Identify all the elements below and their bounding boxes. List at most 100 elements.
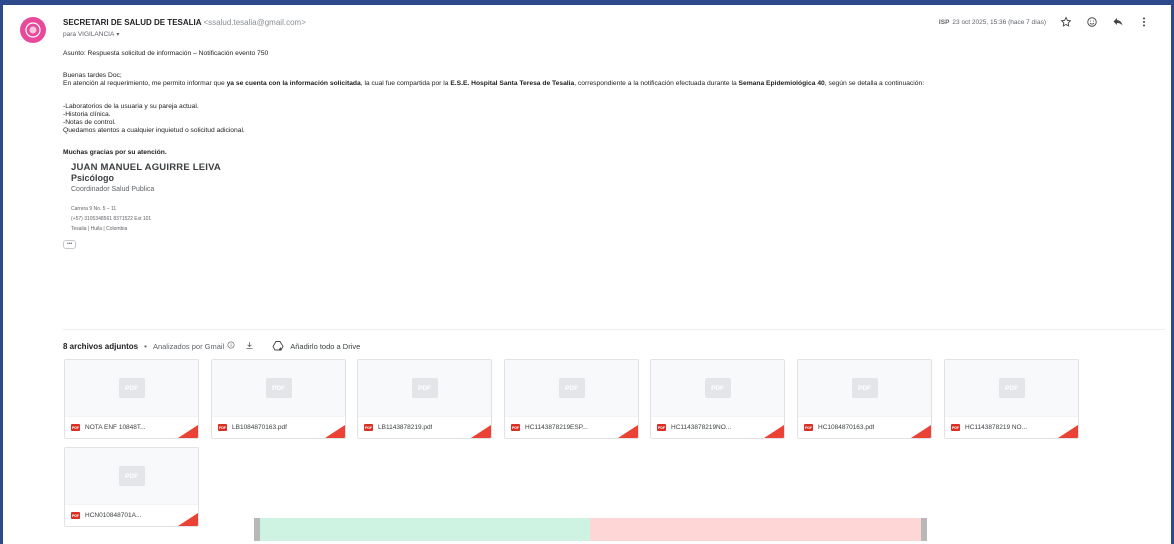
overlay-panel-green (260, 518, 590, 541)
bold-run: ya se cuenta con la información solicita… (226, 80, 361, 88)
attachments-header: 8 archivos adjuntos • Analizados por Gma… (63, 340, 360, 352)
folded-corner (325, 425, 345, 438)
pdf-placeholder-icon: PDF (118, 378, 145, 398)
attachment-card[interactable]: PDF PDF HC1143878219NO... (650, 359, 785, 439)
attachments-count: 8 archivos adjuntos (63, 341, 139, 351)
list-item: -Notas de control. (63, 119, 116, 127)
attachment-card[interactable]: PDF PDF LB1143878219.pdf (357, 359, 492, 439)
scan-label: Analizados por Gmail (152, 341, 225, 351)
attachment-thumbnail: PDF (212, 360, 345, 416)
attachment-card[interactable]: PDF PDF NOTA ENF 10848T... (64, 359, 199, 439)
pdf-file-icon: PDF (364, 424, 373, 431)
text-run: , según se detalla a continuación: (824, 80, 925, 88)
star-icon[interactable] (1060, 16, 1072, 28)
attachment-thumbnail: PDF (651, 360, 784, 416)
attachment-card[interactable]: PDF PDF HCN010848701A... (64, 447, 199, 527)
bold-run: Semana Epidemiológica 40 (738, 80, 825, 88)
list-item: -Laboratorios de la usuaria y su pareja … (63, 102, 199, 110)
sender-line: SECRETARI DE SALUD DE TESALIA <ssalud.te… (63, 18, 306, 27)
subject-line: Asunto: Respuesta solicitud de informaci… (63, 50, 269, 57)
recipient-label: para VIGILANCIA (63, 31, 115, 38)
attachment-thumbnail: PDF (65, 360, 198, 416)
signature-role: Psicólogo (71, 172, 115, 183)
bold-run: E.S.E. Hospital Santa Teresa de Tesalia (450, 80, 575, 88)
pdf-placeholder-icon: PDF (411, 378, 438, 398)
main-paragraph: En atención al requerimiento, me permito… (63, 80, 1163, 88)
pdf-placeholder-icon: PDF (704, 378, 731, 398)
label-tag[interactable]: ISP (939, 19, 949, 26)
pdf-file-icon: PDF (657, 424, 666, 431)
list-item: -Historia clínica. (63, 110, 111, 118)
attachment-filename: HCN010848701A... (85, 512, 142, 519)
folded-corner (178, 425, 198, 438)
folded-corner (471, 425, 491, 438)
attachment-filename: HC1143878219 NO... (965, 424, 1028, 431)
text-run: , correspondiente a la notificación efec… (574, 80, 739, 88)
signature-phone: (+57) 3105348561 8371522 Ext 101 (71, 216, 152, 223)
pdf-file-icon: PDF (804, 424, 813, 431)
emoji-icon[interactable] (1086, 16, 1098, 28)
sender-address: <ssalud.tesalia@gmail.com> (203, 18, 306, 27)
attachment-filename: LB1084870163.pdf (232, 424, 287, 431)
drive-label: Añadirlo todo a Drive (290, 341, 361, 351)
thanks-text: Muchas gracias por su atención. (63, 149, 167, 157)
folded-corner (1058, 425, 1078, 438)
attachment-filename: LB1143878219.pdf (378, 424, 433, 431)
closing-line: Quedamos atentos a cualquier inquietud o… (63, 127, 245, 135)
attachment-filename: HC1143878219ESP... (525, 424, 588, 431)
signature-name: JUAN MANUEL AGUIRRE LEIVA (71, 161, 221, 173)
folded-corner (764, 425, 784, 438)
divider (63, 329, 1165, 330)
attachment-card[interactable]: PDF PDF HC1143878219 NO... (944, 359, 1079, 439)
folded-corner (178, 513, 198, 526)
download-all-icon[interactable] (245, 341, 254, 352)
message-date: ISP 23 oct 2025, 15:36 (hace 7 días) (939, 19, 1046, 26)
sender-name[interactable]: SECRETARI DE SALUD DE TESALIA (63, 18, 201, 27)
pdf-placeholder-icon: PDF (998, 378, 1025, 398)
message-body: Asunto: Respuesta solicitud de informaci… (63, 50, 1163, 250)
attachment-thumbnail: PDF (798, 360, 931, 416)
pdf-file-icon: PDF (71, 424, 80, 431)
folded-corner (618, 425, 638, 438)
sender-avatar[interactable] (20, 17, 46, 43)
thanks-line: Muchas gracias por su atención. (63, 149, 1163, 157)
more-vert-icon[interactable] (1138, 16, 1150, 28)
text-run: En atención al requerimiento, me permito… (63, 80, 227, 88)
attachment-thumbnail: PDF (945, 360, 1078, 416)
drive-add-icon (272, 341, 284, 351)
signature-location: Tesalia | Huila | Colombia (71, 226, 128, 233)
attachment-filename: HC1084870163.pdf (818, 424, 875, 431)
pdf-file-icon: PDF (71, 512, 80, 519)
signature-address: Carrera 9 No. 5 – 11 (71, 206, 117, 213)
info-icon[interactable] (227, 341, 235, 351)
pdf-file-icon: PDF (951, 424, 960, 431)
recipient-line[interactable]: para VIGILANCIA ▾ (63, 31, 119, 38)
folded-corner (911, 425, 931, 438)
seal-icon (25, 22, 41, 38)
reply-icon[interactable] (1112, 16, 1124, 28)
signature: JUAN MANUEL AGUIRRE LEIVA Psicólogo Coor… (71, 161, 1163, 235)
chevron-down-icon[interactable]: ▾ (116, 32, 119, 38)
separator: • (144, 341, 147, 351)
attachment-thumbnail: PDF (65, 448, 198, 504)
date-text: 23 oct 2025, 15:36 (hace 7 días) (952, 18, 1046, 26)
text-run: , la cual fue compartida por la (360, 80, 451, 88)
greeting: Buenas tardes Doc; (63, 72, 122, 80)
show-trimmed-button[interactable]: ••• (63, 240, 77, 250)
pdf-placeholder-icon: PDF (118, 466, 145, 486)
attachment-card[interactable]: PDF PDF HC1143878219ESP... (504, 359, 639, 439)
overlay-panel-red (590, 518, 921, 541)
add-all-to-drive-button[interactable]: Añadirlo todo a Drive (272, 340, 360, 352)
attachment-filename: NOTA ENF 10848T... (85, 424, 146, 431)
attachment-filename: HC1143878219NO... (671, 424, 732, 431)
pdf-placeholder-icon: PDF (558, 378, 585, 398)
pdf-placeholder-icon: PDF (851, 378, 878, 398)
attachment-card[interactable]: PDF PDF LB1084870163.pdf (211, 359, 346, 439)
attachment-card[interactable]: PDF PDF HC1084870163.pdf (797, 359, 932, 439)
pdf-placeholder-icon: PDF (265, 378, 292, 398)
pdf-file-icon: PDF (511, 424, 520, 431)
attachment-thumbnail: PDF (358, 360, 491, 416)
signature-title: Coordinador Salud Publica (71, 186, 155, 194)
attachment-thumbnail: PDF (505, 360, 638, 416)
email-view: SECRETARI DE SALUD DE TESALIA <ssalud.te… (0, 0, 1168, 541)
